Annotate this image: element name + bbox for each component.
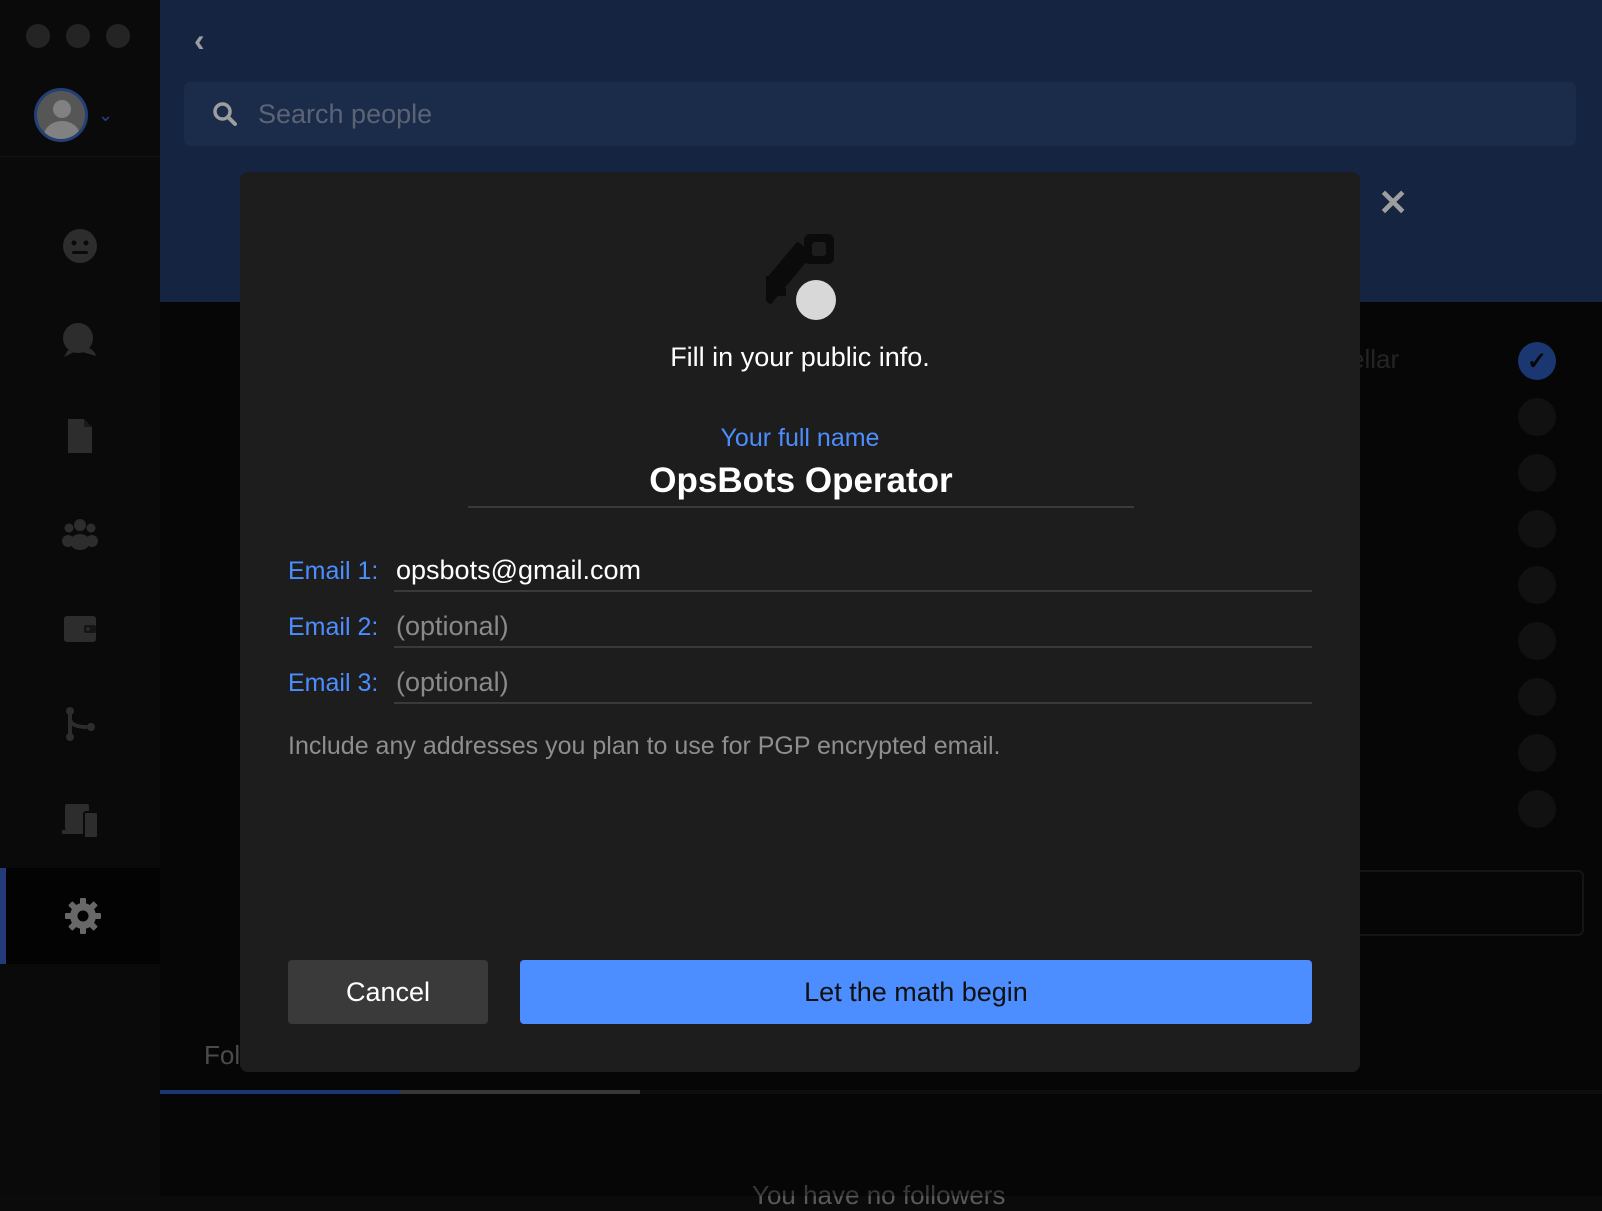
email-row-1: Email 1: opsbots@gmail.com [288,550,1312,592]
modal-title: Fill in your public info. [670,342,930,372]
full-name-input[interactable]: OpsBots Operator [468,456,1134,508]
email-1-input[interactable]: opsbots@gmail.com [394,550,1312,592]
key-icon [766,234,836,320]
email-3-label: Email 3: [288,669,379,697]
email-2-label: Email 2: [288,613,379,641]
cancel-button[interactable]: Cancel [288,960,488,1024]
email-hint: Include any addresses you plan to use fo… [288,732,1001,760]
email-3-input[interactable]: (optional) [394,662,1312,704]
public-info-modal: Fill in your public info. Your full name… [240,172,1360,1072]
email-1-label: Email 1: [288,557,379,585]
email-row-3: Email 3: (optional) [288,662,1312,704]
full-name-label: Your full name [720,424,880,452]
email-2-input[interactable]: (optional) [394,606,1312,648]
email-row-2: Email 2: (optional) [288,606,1312,648]
let-the-math-begin-button[interactable]: Let the math begin [520,960,1312,1024]
